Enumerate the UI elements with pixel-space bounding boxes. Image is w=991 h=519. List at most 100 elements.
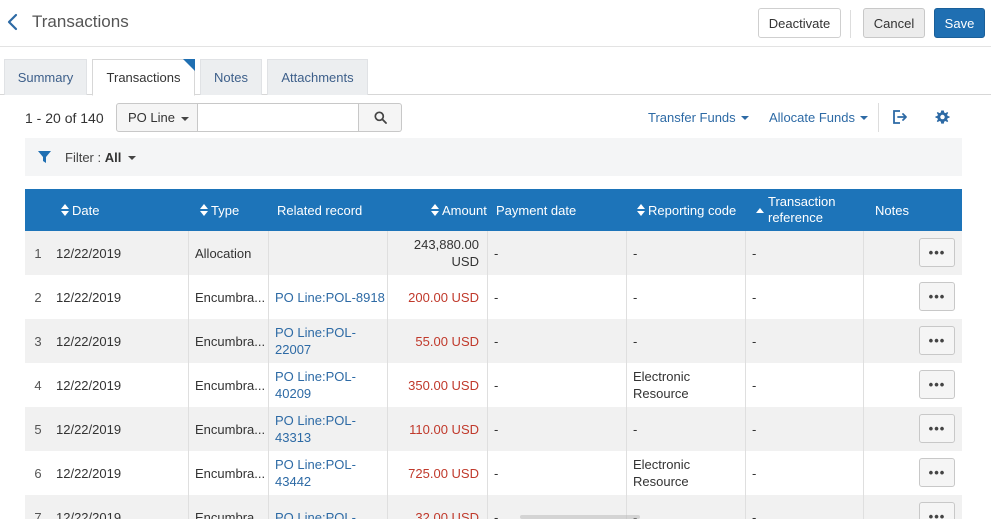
row-actions-button[interactable]: •••	[919, 414, 955, 443]
search-scope-dropdown[interactable]: PO Line	[116, 103, 198, 132]
transfer-funds-label: Transfer Funds	[648, 110, 736, 125]
allocate-funds-label: Allocate Funds	[769, 110, 855, 125]
transactions-page: Transactions Deactivate Cancel Save Summ…	[0, 0, 991, 519]
row-actions-button[interactable]: •••	[919, 458, 955, 487]
tab-notes[interactable]: Notes	[200, 59, 262, 95]
cell-amount: 200.00 USD	[387, 275, 487, 319]
column-header-date[interactable]: Date	[61, 189, 99, 231]
cell-payment-date: -	[487, 319, 626, 363]
table-row: 3 12/22/2019 Encumbra... PO Line:POL-22007 5…	[25, 319, 962, 363]
cell-related-record[interactable]: PO Line:POL-	[268, 495, 388, 519]
cell-amount: 243,880.00 USD	[387, 231, 487, 275]
horizontal-scrollbar[interactable]	[520, 515, 640, 519]
column-label: Amount	[442, 202, 487, 218]
table-row: 6 12/22/2019 Encumbra... PO Line:POL-43442 7…	[25, 451, 962, 495]
cell-reporting-code: Electronic Resource	[626, 451, 745, 495]
header-divider	[850, 10, 851, 38]
filter-value: All	[104, 150, 122, 165]
row-number: 4	[34, 377, 42, 393]
cell-transaction-reference: -	[745, 495, 863, 519]
cell-notes	[863, 451, 913, 495]
chevron-down-icon	[740, 115, 749, 120]
cell-related-record[interactable]: PO Line:POL-43442	[268, 451, 388, 495]
row-actions-button[interactable]: •••	[919, 326, 955, 355]
tab-transactions-label: Transactions	[106, 70, 181, 85]
cell-notes	[863, 495, 913, 519]
cell-reporting-code: -	[626, 319, 745, 363]
filter-icon	[38, 151, 51, 163]
table-row: 4 12/22/2019 Encumbra... PO Line:POL-40209 3…	[25, 363, 962, 407]
cell-reporting-code: -	[626, 407, 745, 451]
cell-related-record[interactable]: PO Line:POL-22007	[268, 319, 388, 363]
column-label: Reporting code	[648, 202, 737, 218]
cell-type: Encumbra...	[188, 275, 268, 319]
search-scope-label: PO Line	[128, 110, 175, 125]
cell-transaction-reference: -	[745, 407, 863, 451]
back-arrow-icon[interactable]	[6, 12, 20, 32]
gear-icon	[934, 109, 950, 124]
tab-transactions[interactable]: Transactions	[92, 59, 195, 96]
row-number: 7	[34, 509, 42, 519]
settings-button[interactable]	[932, 107, 952, 127]
cell-payment-date: -	[487, 363, 626, 407]
page-title: Transactions	[32, 12, 129, 31]
cell-amount: 110.00 USD	[387, 407, 487, 451]
cell-transaction-reference: -	[745, 275, 863, 319]
cell-payment-date: -	[487, 407, 626, 451]
column-header-notes: Notes	[875, 189, 909, 231]
sort-ascending-icon	[756, 207, 764, 213]
table-body: 1 12/22/2019 Allocation 243,880.00 USD - - - ••…	[25, 231, 962, 519]
deactivate-button[interactable]: Deactivate	[758, 8, 841, 38]
row-actions-button[interactable]: •••	[919, 502, 955, 519]
cell-related-record[interactable]: PO Line:POL-8918	[268, 275, 388, 319]
sort-icon	[200, 204, 208, 216]
cell-transaction-reference: -	[745, 231, 863, 275]
cancel-button[interactable]: Cancel	[863, 8, 925, 38]
row-actions-button[interactable]: •••	[919, 238, 955, 267]
cell-transaction-reference: -	[745, 319, 863, 363]
save-button[interactable]: Save	[934, 8, 985, 38]
column-header-reporting-code[interactable]: Reporting code	[637, 189, 736, 231]
sort-icon	[431, 204, 439, 216]
cell-type: Encumbra...	[188, 407, 268, 451]
chevron-down-icon[interactable]	[128, 156, 136, 160]
tab-attachments[interactable]: Attachments	[267, 59, 368, 95]
cell-amount: 55.00 USD	[387, 319, 487, 363]
chevron-down-icon	[181, 117, 189, 121]
search-button[interactable]	[359, 103, 402, 132]
column-header-related-record: Related record	[277, 189, 362, 231]
filter-bar: Filter : All	[25, 138, 962, 176]
cell-reporting-code: Electronic Resource	[626, 363, 745, 407]
column-label: Notes	[875, 202, 909, 218]
cell-date: 12/22/2019	[56, 333, 122, 349]
row-number: 3	[34, 333, 42, 349]
column-label: Payment date	[496, 202, 577, 218]
transfer-funds-dropdown[interactable]: Transfer Funds	[648, 110, 749, 125]
filter-dropdown[interactable]: Filter : All	[65, 150, 121, 165]
cell-related-record	[268, 231, 388, 275]
column-header-transaction-reference[interactable]: Transaction reference	[756, 189, 846, 231]
tab-summary[interactable]: Summary	[4, 59, 87, 95]
allocate-funds-dropdown[interactable]: Allocate Funds	[769, 110, 868, 125]
cell-notes	[863, 407, 913, 451]
column-header-type[interactable]: Type	[200, 189, 239, 231]
column-header-amount[interactable]: Amount	[431, 189, 487, 231]
cell-date: 12/22/2019	[56, 377, 122, 393]
export-button[interactable]	[890, 107, 910, 127]
cell-payment-date: -	[487, 275, 626, 319]
cell-notes	[863, 319, 913, 363]
tab-bar: Summary Transactions Notes Attachments	[0, 57, 991, 96]
search-input[interactable]	[198, 103, 359, 132]
row-actions-button[interactable]: •••	[919, 282, 955, 311]
row-number: 5	[34, 421, 42, 437]
row-actions-button[interactable]: •••	[919, 370, 955, 399]
cell-reporting-code: -	[626, 495, 745, 519]
cell-related-record[interactable]: PO Line:POL-43313	[268, 407, 388, 451]
cell-type: Encumbra...	[188, 495, 268, 519]
cell-type: Allocation	[188, 231, 268, 275]
sort-icon	[637, 204, 645, 216]
cell-related-record[interactable]: PO Line:POL-40209	[268, 363, 388, 407]
column-label: Related record	[277, 202, 363, 218]
page-header: Transactions Deactivate Cancel Save	[0, 0, 991, 47]
table-row: 7 12/22/2019 Encumbra... PO Line:POL- 32.00 …	[25, 495, 962, 519]
